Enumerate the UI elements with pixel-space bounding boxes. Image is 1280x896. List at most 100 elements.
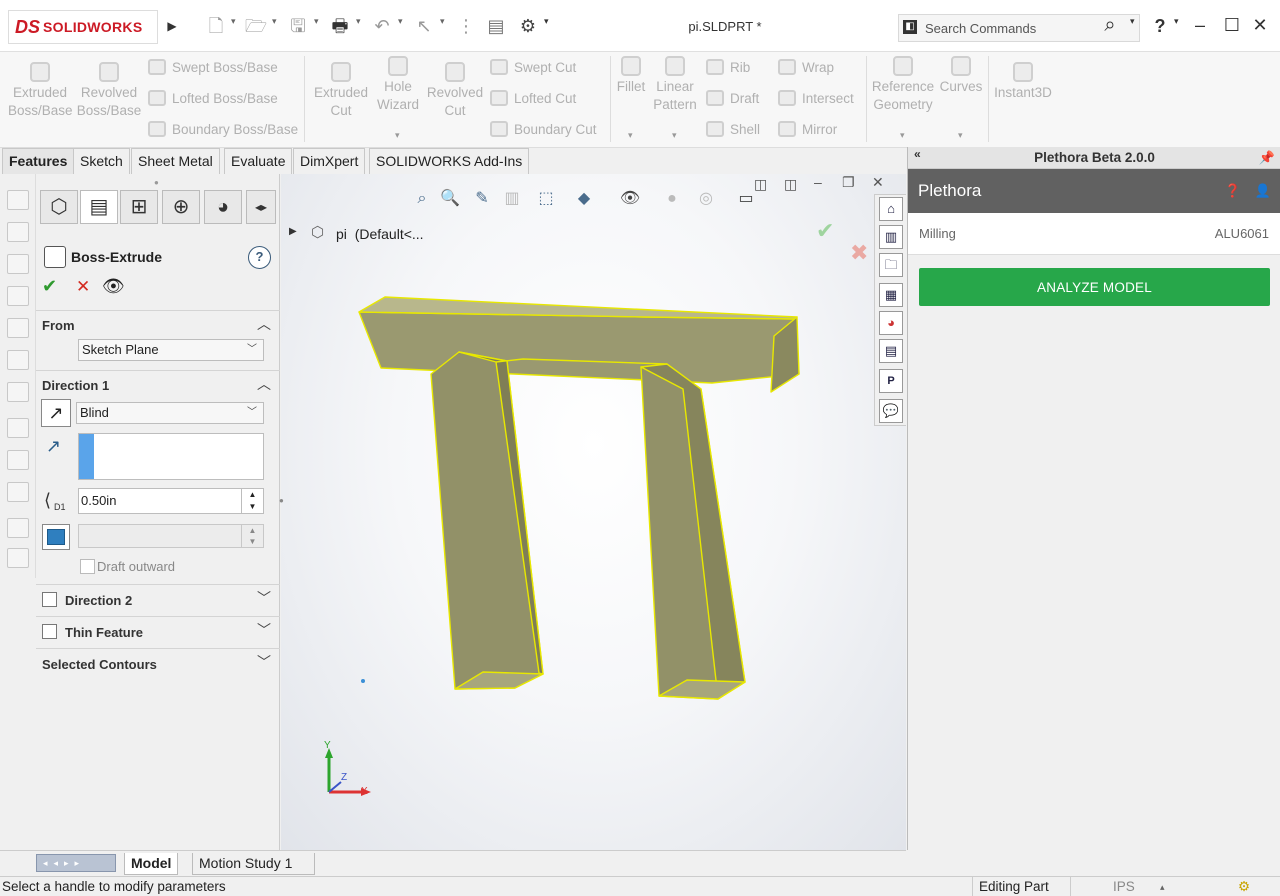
solidworks-logo[interactable]: DS SOLIDWORKS — [8, 10, 158, 44]
plethora-tab-icon[interactable]: P — [879, 369, 903, 393]
forum-icon[interactable]: 💬 — [879, 399, 903, 423]
options-gear-icon[interactable]: ⚙ — [516, 14, 540, 38]
rib-shortcut-icon[interactable] — [7, 418, 29, 438]
close-icon[interactable]: ✕ — [1248, 14, 1272, 38]
selected-contours-section-header[interactable]: Selected Contours — [42, 657, 157, 672]
unit-system[interactable]: IPS — [1070, 877, 1135, 896]
draft-toggle-icon[interactable] — [42, 524, 70, 550]
plane-shortcut-icon[interactable] — [7, 482, 29, 502]
panel-grip-icon[interactable]: ● — [154, 178, 159, 187]
depth-spinner[interactable]: ▲ ▼ — [241, 489, 263, 513]
hole-wizard-button[interactable]: Hole Wizard — [372, 56, 424, 114]
fillet-button[interactable]: Fillet — [614, 56, 648, 96]
boundary-cut-button[interactable]: Boundary Cut — [490, 121, 597, 137]
revolved-cut-button[interactable]: Revolved Cut — [426, 62, 484, 120]
view-palette-icon[interactable]: ▦ — [879, 283, 903, 307]
more-tabs-arrows-icon[interactable]: ◂▸ — [246, 190, 276, 224]
thin-feature-checkbox[interactable] — [42, 624, 57, 639]
tab-sketch[interactable]: Sketch — [73, 148, 130, 174]
pin-icon[interactable]: 📌 — [1259, 147, 1275, 169]
from-select[interactable]: Sketch Plane ﹀ — [78, 339, 264, 361]
panel-splitter-grip-icon[interactable]: ● — [279, 496, 284, 505]
curves-button[interactable]: Curves — [938, 56, 984, 96]
reference-geometry-caret-icon[interactable]: ▾ — [900, 130, 905, 141]
selected-contours-expand-chevron-icon[interactable]: ﹀ — [257, 652, 271, 672]
revolved-boss-button[interactable]: Revolved Boss/Base — [76, 62, 142, 120]
search-icon[interactable]: ⌕ — [1098, 13, 1122, 37]
unit-caret-icon[interactable]: ▴ — [1160, 877, 1165, 896]
tab-sheet-metal[interactable]: Sheet Metal — [131, 148, 220, 174]
open-dropdown-caret-icon[interactable]: ▾ — [272, 16, 277, 27]
lofted-boss-button[interactable]: Lofted Boss/Base — [148, 90, 278, 106]
search-scope-icon[interactable]: ◧ — [903, 20, 917, 34]
undo-icon[interactable]: ↶ — [370, 14, 394, 38]
mirror-button[interactable]: Mirror — [778, 121, 837, 137]
design-library-icon[interactable]: ▥ — [879, 225, 903, 249]
pattern-shortcut-icon[interactable] — [7, 518, 29, 538]
property-manager-tab-icon[interactable]: ▤ — [80, 190, 118, 224]
boundary-boss-button[interactable]: Boundary Boss/Base — [148, 121, 298, 137]
thin-feature-expand-chevron-icon[interactable]: ﹀ — [257, 620, 271, 640]
depth-input[interactable]: 0.50in ▲ ▼ — [78, 488, 264, 514]
graphics-viewport[interactable]: ⌕ 🔍 ✎ ▥ ⬚ ◆ 👁 ● ◎ ▭ ◫ ◫ – ❐ ✕ ▶ ⬡ pi (De… — [279, 174, 906, 850]
configuration-manager-tab-icon[interactable]: ⊞ — [120, 190, 158, 224]
ok-check-icon[interactable]: ✔ — [42, 276, 57, 297]
tab-evaluate[interactable]: Evaluate — [224, 148, 293, 174]
maximize-icon[interactable]: ☐ — [1220, 14, 1244, 38]
draft-angle-spinner[interactable]: ▲ ▼ — [241, 525, 263, 547]
rebuild-traffic-light-icon[interactable]: ⋮ — [454, 14, 478, 38]
swept-cut-button[interactable]: Swept Cut — [490, 59, 576, 75]
cut-shortcut-icon[interactable] — [7, 350, 29, 370]
lofted-cut-button[interactable]: Lofted Cut — [490, 90, 576, 106]
tab-dimxpert[interactable]: DimXpert — [293, 148, 366, 174]
collapse-pane-icon[interactable]: « — [914, 143, 921, 165]
thin-feature-section-header[interactable]: Thin Feature — [65, 625, 143, 640]
reverse-direction-icon[interactable]: ↗ — [41, 399, 71, 427]
boundary-shortcut-icon[interactable] — [7, 318, 29, 338]
fillet-shortcut-icon[interactable] — [7, 382, 29, 402]
shell-button[interactable]: Shell — [706, 121, 760, 137]
from-section-header[interactable]: From — [42, 318, 75, 333]
draft-button[interactable]: Draft — [706, 90, 759, 106]
draft-outward-checkbox[interactable] — [80, 559, 95, 574]
minimize-icon[interactable]: – — [1188, 14, 1212, 38]
menu-expand-arrow-icon[interactable]: ▶ — [160, 14, 184, 38]
intersect-button[interactable]: Intersect — [778, 90, 854, 106]
tab-model[interactable]: Model — [124, 853, 179, 875]
from-collapse-chevron-icon[interactable]: ︿ — [257, 314, 271, 334]
tab-scroll-arrows-icon[interactable]: ◂◂▸▸ — [36, 854, 116, 872]
options-dropdown-caret-icon[interactable]: ▾ — [544, 16, 549, 27]
shell-shortcut-icon[interactable] — [7, 450, 29, 470]
open-folder-icon[interactable]: 🗁 — [244, 14, 268, 38]
direction1-collapse-chevron-icon[interactable]: ︿ — [257, 374, 271, 394]
save-dropdown-caret-icon[interactable]: ▾ — [314, 16, 319, 27]
display-manager-tab-icon[interactable]: ◕ — [204, 190, 242, 224]
direction-reference-box[interactable] — [78, 433, 264, 480]
print-dropdown-caret-icon[interactable]: ▾ — [356, 16, 361, 27]
plethora-help-icon[interactable]: ❓ — [1225, 169, 1241, 213]
analyze-model-button[interactable]: ANALYZE MODEL — [919, 268, 1270, 306]
search-input[interactable] — [925, 19, 1090, 38]
extruded-boss-button[interactable]: Extruded Boss/Base — [8, 62, 73, 120]
instant3d-button[interactable]: Instant3D — [992, 62, 1054, 102]
linear-pattern-caret-icon[interactable]: ▾ — [672, 130, 677, 141]
help-dropdown-caret-icon[interactable]: ▾ — [1174, 16, 1179, 27]
help-icon[interactable]: ? — [1148, 14, 1172, 38]
linear-pattern-button[interactable]: Linear Pattern — [652, 56, 698, 114]
new-dropdown-caret-icon[interactable]: ▾ — [231, 16, 236, 27]
undo-dropdown-caret-icon[interactable]: ▾ — [398, 16, 403, 27]
appearances-icon[interactable]: ◕ — [879, 311, 903, 335]
file-explorer-icon[interactable]: 🗀 — [879, 253, 903, 277]
select-cursor-icon[interactable]: ↖ — [412, 14, 436, 38]
custom-properties-icon[interactable]: ▤ — [879, 339, 903, 363]
cancel-x-icon[interactable]: ✕ — [76, 277, 90, 297]
mirror-shortcut-icon[interactable] — [7, 548, 29, 568]
draft-angle-input[interactable]: ▲ ▼ — [78, 524, 264, 548]
direction2-checkbox[interactable] — [42, 592, 57, 607]
sweep-shortcut-icon[interactable] — [7, 254, 29, 274]
revolve-shortcut-icon[interactable] — [7, 222, 29, 242]
file-properties-icon[interactable]: ▤ — [484, 14, 508, 38]
select-dropdown-caret-icon[interactable]: ▾ — [440, 16, 445, 27]
rib-button[interactable]: Rib — [706, 59, 750, 75]
rebuild-indicator-icon[interactable]: ⚙ — [1238, 877, 1250, 896]
